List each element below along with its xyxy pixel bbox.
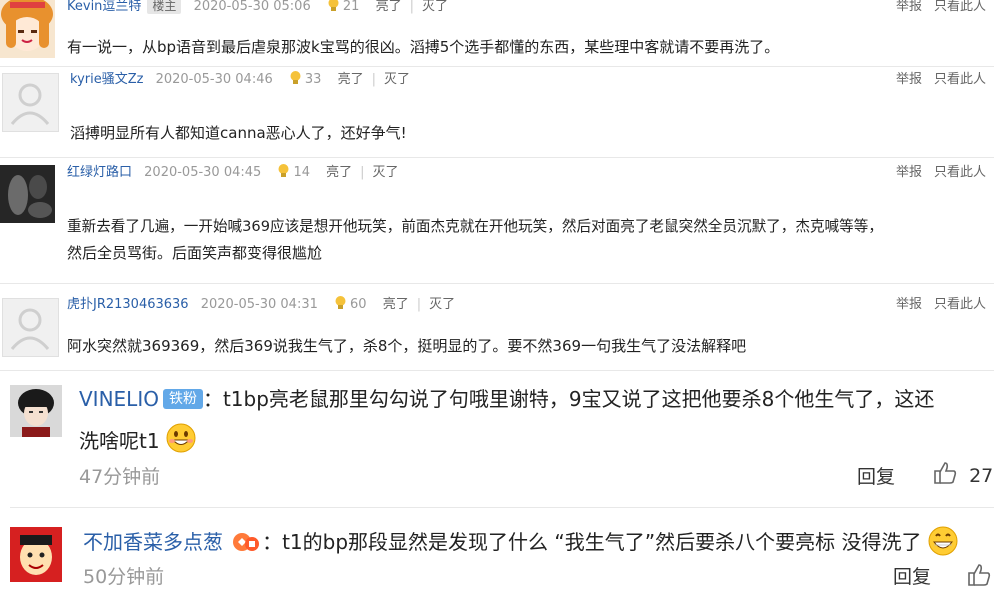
report-button[interactable]: 举报: [896, 0, 922, 14]
only-this-user-button[interactable]: 只看此人: [934, 297, 986, 312]
report-button[interactable]: 举报: [896, 165, 922, 180]
dislike-button[interactable]: 灭了: [373, 165, 399, 180]
comment-time: 47分钟前: [79, 466, 161, 488]
like-count: 14: [293, 165, 310, 180]
lightbulb-icon: [327, 0, 340, 19]
host-badge: 楼主: [147, 0, 182, 14]
like-button[interactable]: 亮了: [338, 72, 364, 87]
dislike-button[interactable]: 灭了: [429, 297, 455, 312]
divider: [0, 157, 994, 158]
avatar-dark-photo[interactable]: [0, 165, 55, 223]
only-this-user-button[interactable]: 只看此人: [934, 0, 986, 14]
like-count: 33: [304, 72, 322, 87]
username[interactable]: Kevin逗兰特: [67, 0, 141, 14]
weibo-comment-line: 洗啥呢t1: [79, 422, 197, 454]
timestamp: 2020-05-30 04:45: [144, 165, 262, 180]
comment-text: 滔搏明显所有人都知道canna恶心人了，还好争气!: [70, 124, 407, 142]
grin-emoji-icon: [927, 525, 959, 566]
dislike-button[interactable]: 灭了: [384, 72, 410, 87]
comment-text-line: 洗啥呢t1: [79, 429, 160, 453]
weibo-comment-line: VINELIO 铁粉 ：t1bp亮老鼠那里勾勾说了句哦里谢特，9宝又说了这把他要杀8…: [79, 385, 934, 413]
anime-boy-avatar-icon: [10, 385, 62, 437]
default-user-icon: [10, 308, 50, 350]
like-button[interactable]: 27: [932, 460, 993, 488]
username[interactable]: 不加香菜多点葱: [83, 530, 223, 554]
cartoon-kid-avatar-icon: [10, 527, 62, 582]
comment-text-line: ：t1bp亮老鼠那里勾勾说了句哦里谢特，9宝又说了这把他要杀8个他生气了，这还: [202, 387, 935, 411]
thumbs-up-icon: [966, 562, 992, 592]
reply-button[interactable]: 回复: [893, 562, 931, 589]
comment-actions: 举报 只看此人: [884, 295, 986, 315]
grin-emoji-icon: [165, 422, 197, 465]
comment-meta: 红绿灯路口 2020-05-30 04:45 14 亮了 | 灭了: [67, 163, 399, 183]
anime-girl-avatar-icon: [0, 0, 55, 58]
like-count: 27: [969, 465, 994, 487]
comment-meta: 虎扑JR2130463636 2020-05-30 04:31 60 亮了 | 灭了: [67, 295, 455, 315]
weibo-comment-line: 不加香菜多点葱 ：t1的bp那段显然是发现了什么 “我生气了”然后要杀八个要亮标…: [83, 525, 959, 556]
comment-text-line: 然后全员骂街。后面笑声都变得很尴尬: [67, 244, 323, 262]
like-count: 60: [350, 297, 367, 312]
divider: [10, 507, 994, 508]
username[interactable]: 虎扑JR2130463636: [67, 297, 189, 312]
comment-text-line: 重新去看了几遍，一开始喊369应该是想开他玩笑，前面杰克就在开他玩笑，然后对面亮…: [67, 218, 883, 235]
dark-photo-avatar-icon: [0, 165, 55, 223]
comment-actions: 举报 只看此人: [884, 163, 986, 183]
username[interactable]: 红绿灯路口: [67, 165, 132, 180]
avatar-kevin[interactable]: [0, 0, 55, 58]
comment-text: 有一说一，从bp语音到最后虐泉那波k宝骂的很凶。滔搏5个选手都懂的东西，某些理中…: [67, 38, 780, 56]
comment-text-line: ：t1的bp那段显然是发现了什么 “我生气了”然后要杀八个要亮标 没得洗了: [262, 530, 922, 554]
like-count: 21: [342, 0, 360, 14]
comment-text: 阿水突然就369369，然后369说我生气了，杀8个，挺明显的了。要不然369一…: [67, 337, 747, 355]
comment-meta: kyrie骚文Zz 2020-05-30 04:46 33 亮了 | 灭了: [70, 70, 410, 90]
divider: [0, 370, 994, 371]
comment-meta: Kevin逗兰特 楼主 2020-05-30 05:06 21 亮了 | 灭了: [67, 0, 448, 17]
default-user-icon: [10, 83, 50, 125]
avatar-bujiaxiangcai[interactable]: [10, 527, 62, 582]
fan-badge: 铁粉: [162, 389, 203, 409]
dislike-button[interactable]: 灭了: [422, 0, 448, 14]
comment-time: 50分钟前: [83, 566, 165, 588]
comment-actions: 举报 只看此人: [884, 0, 986, 17]
like-button[interactable]: 亮了: [383, 297, 409, 312]
avatar-vinelio[interactable]: [10, 385, 62, 437]
username[interactable]: VINELIO: [79, 387, 159, 411]
thumbs-up-icon: [932, 460, 958, 490]
lightbulb-icon: [277, 163, 290, 185]
only-this-user-button[interactable]: 只看此人: [934, 72, 986, 87]
avatar-default[interactable]: [2, 73, 59, 132]
timestamp: 2020-05-30 04:31: [200, 297, 318, 312]
like-button[interactable]: 亮了: [326, 165, 352, 180]
timestamp: 2020-05-30 04:46: [155, 72, 273, 87]
username[interactable]: kyrie骚文Zz: [70, 72, 143, 87]
comment-actions: 举报 只看此人: [884, 70, 986, 90]
avatar-default[interactable]: [2, 298, 59, 357]
like-button[interactable]: 亮了: [376, 0, 402, 14]
report-button[interactable]: 举报: [896, 72, 922, 87]
like-button[interactable]: [966, 562, 992, 590]
reply-button[interactable]: 回复: [857, 462, 895, 489]
report-button[interactable]: 举报: [896, 297, 922, 312]
lightbulb-icon: [334, 295, 347, 317]
lightbulb-icon: [289, 70, 302, 92]
vip-badge-icon: [230, 530, 260, 563]
divider: [0, 66, 994, 67]
timestamp: 2020-05-30 05:06: [193, 0, 311, 14]
divider: [0, 283, 994, 284]
only-this-user-button[interactable]: 只看此人: [934, 165, 986, 180]
